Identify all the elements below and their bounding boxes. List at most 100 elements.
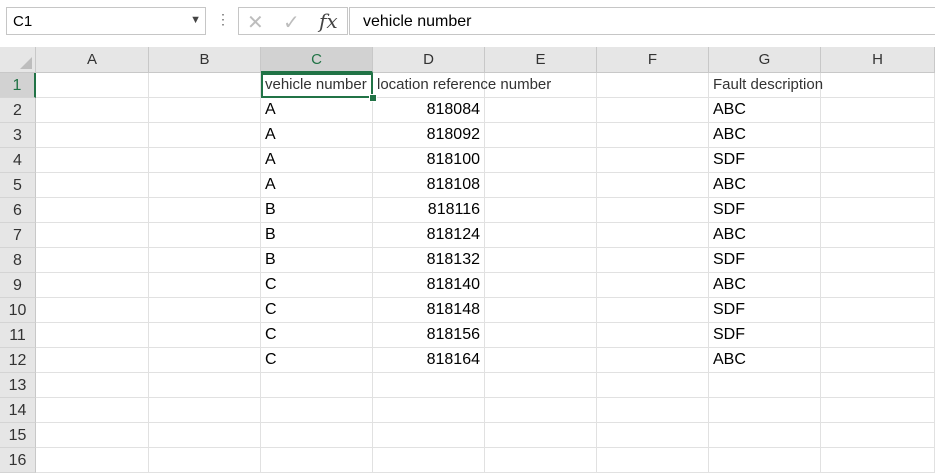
cell-g5[interactable]: ABC	[709, 173, 821, 198]
cell-d14[interactable]	[373, 398, 485, 423]
insert-function-icon[interactable]: fx	[319, 9, 338, 33]
column-header-f[interactable]: F	[597, 47, 709, 73]
cell-g7[interactable]: ABC	[709, 223, 821, 248]
cell-f1[interactable]	[597, 73, 709, 98]
cell-d13[interactable]	[373, 373, 485, 398]
cell-a2[interactable]	[36, 98, 149, 123]
more-options-icon[interactable]: ⋮	[216, 11, 230, 28]
cell-a8[interactable]	[36, 248, 149, 273]
cell-g16[interactable]	[709, 448, 821, 473]
column-header-g[interactable]: G	[709, 47, 821, 73]
cell-f13[interactable]	[597, 373, 709, 398]
cell-g4[interactable]: SDF	[709, 148, 821, 173]
column-header-c[interactable]: C	[261, 47, 373, 73]
cell-b4[interactable]	[149, 148, 261, 173]
cell-b12[interactable]	[149, 348, 261, 373]
row-header-14[interactable]: 14	[0, 398, 36, 423]
cell-b9[interactable]	[149, 273, 261, 298]
cell-b3[interactable]	[149, 123, 261, 148]
cell-g8[interactable]: SDF	[709, 248, 821, 273]
cell-c15[interactable]	[261, 423, 373, 448]
cell-a11[interactable]	[36, 323, 149, 348]
cell-e12[interactable]	[485, 348, 597, 373]
fill-handle[interactable]	[369, 94, 377, 102]
cell-c5[interactable]: A	[261, 173, 373, 198]
cell-c6[interactable]: B	[261, 198, 373, 223]
cell-b15[interactable]	[149, 423, 261, 448]
cell-g11[interactable]: SDF	[709, 323, 821, 348]
cell-c13[interactable]	[261, 373, 373, 398]
enter-icon[interactable]: ✓	[283, 10, 300, 35]
cell-c11[interactable]: C	[261, 323, 373, 348]
cell-b5[interactable]	[149, 173, 261, 198]
cell-d6[interactable]: 818116	[373, 198, 485, 223]
cell-e15[interactable]	[485, 423, 597, 448]
cell-c8[interactable]: B	[261, 248, 373, 273]
cell-g10[interactable]: SDF	[709, 298, 821, 323]
cell-e7[interactable]	[485, 223, 597, 248]
cell-a16[interactable]	[36, 448, 149, 473]
cell-a1[interactable]	[36, 73, 149, 98]
chevron-down-icon[interactable]: ▼	[190, 14, 201, 26]
cell-f4[interactable]	[597, 148, 709, 173]
cell-d7[interactable]: 818124	[373, 223, 485, 248]
cell-e8[interactable]	[485, 248, 597, 273]
cell-d8[interactable]: 818132	[373, 248, 485, 273]
cell-a10[interactable]	[36, 298, 149, 323]
cell-h1[interactable]	[821, 73, 935, 98]
cell-d15[interactable]	[373, 423, 485, 448]
cell-b2[interactable]	[149, 98, 261, 123]
row-header-6[interactable]: 6	[0, 198, 36, 223]
cell-g12[interactable]: ABC	[709, 348, 821, 373]
cell-g3[interactable]: ABC	[709, 123, 821, 148]
cell-d10[interactable]: 818148	[373, 298, 485, 323]
cell-a5[interactable]	[36, 173, 149, 198]
cell-g2[interactable]: ABC	[709, 98, 821, 123]
row-header-12[interactable]: 12	[0, 348, 36, 373]
row-header-2[interactable]: 2	[0, 98, 36, 123]
select-all-button[interactable]	[0, 47, 36, 73]
cell-b6[interactable]	[149, 198, 261, 223]
row-header-9[interactable]: 9	[0, 273, 36, 298]
row-header-11[interactable]: 11	[0, 323, 36, 348]
cell-g14[interactable]	[709, 398, 821, 423]
cell-a4[interactable]	[36, 148, 149, 173]
cell-f10[interactable]	[597, 298, 709, 323]
column-header-b[interactable]: B	[149, 47, 261, 73]
cell-d16[interactable]	[373, 448, 485, 473]
cell-h11[interactable]	[821, 323, 935, 348]
cell-d12[interactable]: 818164	[373, 348, 485, 373]
cell-h16[interactable]	[821, 448, 935, 473]
cell-g1[interactable]: Fault description	[709, 73, 823, 98]
cell-h4[interactable]	[821, 148, 935, 173]
cell-c1[interactable]: vehicle number	[261, 73, 373, 98]
cell-c12[interactable]: C	[261, 348, 373, 373]
row-header-5[interactable]: 5	[0, 173, 36, 198]
cell-c14[interactable]	[261, 398, 373, 423]
cell-h9[interactable]	[821, 273, 935, 298]
cell-e9[interactable]	[485, 273, 597, 298]
cell-h3[interactable]	[821, 123, 935, 148]
cell-d9[interactable]: 818140	[373, 273, 485, 298]
cell-h8[interactable]	[821, 248, 935, 273]
cell-c2[interactable]: A	[261, 98, 373, 123]
cell-b13[interactable]	[149, 373, 261, 398]
cell-b16[interactable]	[149, 448, 261, 473]
cell-g13[interactable]	[709, 373, 821, 398]
cell-a13[interactable]	[36, 373, 149, 398]
cell-h12[interactable]	[821, 348, 935, 373]
column-header-a[interactable]: A	[36, 47, 149, 73]
cell-a14[interactable]	[36, 398, 149, 423]
cell-a3[interactable]	[36, 123, 149, 148]
cell-e11[interactable]	[485, 323, 597, 348]
cell-f9[interactable]	[597, 273, 709, 298]
cell-a15[interactable]	[36, 423, 149, 448]
row-header-10[interactable]: 10	[0, 298, 36, 323]
cell-d4[interactable]: 818100	[373, 148, 485, 173]
cell-f7[interactable]	[597, 223, 709, 248]
cell-c16[interactable]	[261, 448, 373, 473]
cell-d5[interactable]: 818108	[373, 173, 485, 198]
cell-g6[interactable]: SDF	[709, 198, 821, 223]
cell-f15[interactable]	[597, 423, 709, 448]
cell-e14[interactable]	[485, 398, 597, 423]
